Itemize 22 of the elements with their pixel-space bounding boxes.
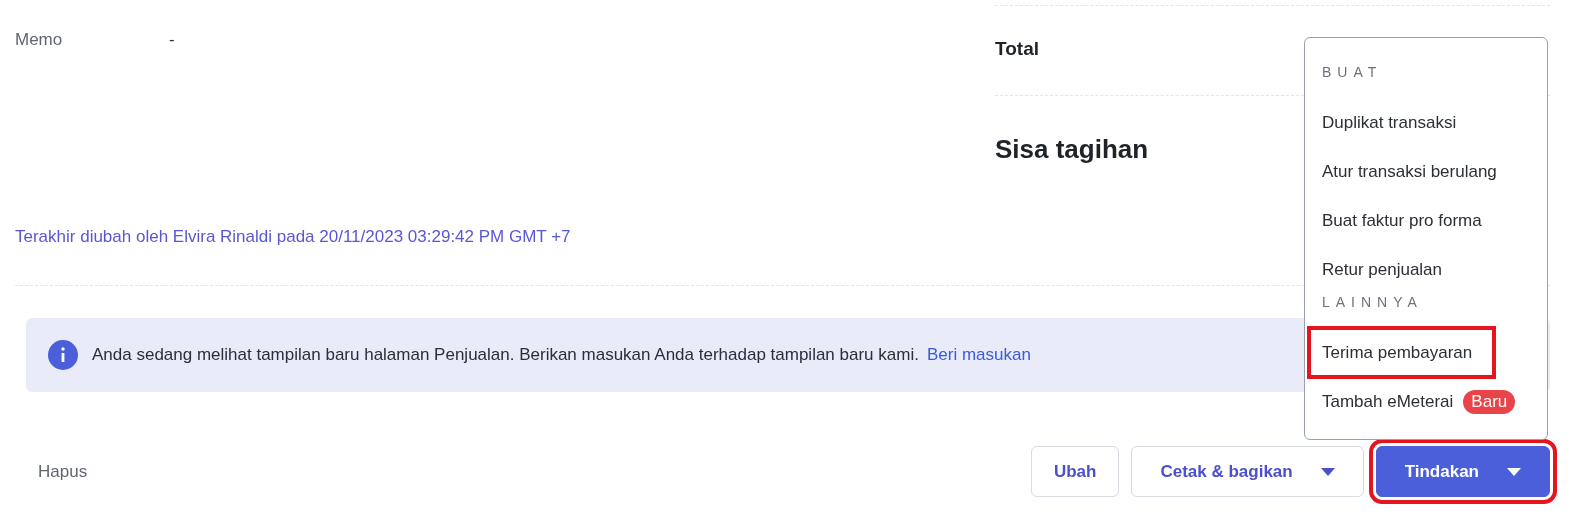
action-button[interactable]: Cetak & bagikan	[1131, 446, 1364, 497]
new-badge: Baru	[1463, 389, 1516, 414]
caret-icon	[1507, 467, 1521, 476]
menu-item[interactable]: Duplikat transaksi	[1309, 98, 1479, 147]
summary-label: Sisa tagihan	[995, 134, 1149, 164]
menu-item[interactable]: Retur penjualan	[1309, 245, 1465, 294]
action-button[interactable]: Ubah	[1030, 446, 1120, 497]
caret-icon	[1320, 467, 1335, 476]
menu-section-title: LAINNYA	[1321, 294, 1424, 312]
summary-label: Total	[995, 38, 1039, 59]
menu-item[interactable]: Atur transaksi berulang	[1309, 147, 1519, 196]
memo-label: Memo	[15, 30, 64, 50]
banner-text: Anda sedang melihat tampilan baru halaman Penjualan. Berikan masukan Anda terhadap tampilan baru kami. Beri masukan	[92, 345, 1031, 365]
delete-button[interactable]: Hapus	[38, 461, 88, 482]
menu-item[interactable]: Buat faktur pro forma	[1309, 196, 1504, 245]
feedback-link[interactable]: Beri masukan	[926, 345, 1031, 364]
menu-section-title: BUAT	[1321, 64, 1384, 82]
menu-item[interactable]: Terima pembayaran	[1309, 328, 1495, 377]
menu-item[interactable]: Tambah eMeterai Baru	[1309, 377, 1538, 426]
info-icon	[48, 340, 78, 370]
last-edited-text: Terakhir diubah oleh Elvira Rinaldi pada 20/11/2023 03:29:42 PM GMT +7	[15, 227, 572, 247]
memo-value: -	[169, 30, 175, 50]
